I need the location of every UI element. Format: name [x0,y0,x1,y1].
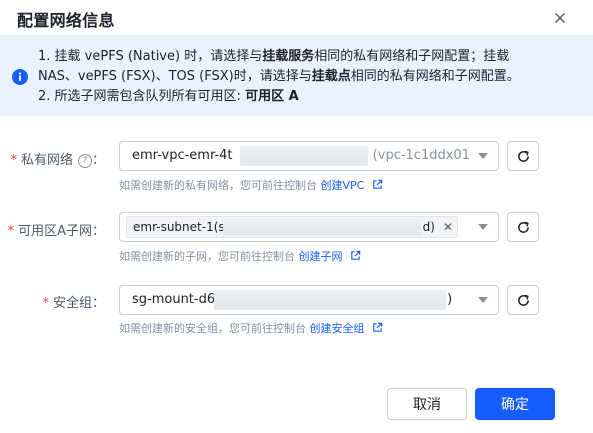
dialog-title: 配置网络信息 [17,11,115,30]
vpc-hint: 如需创建新的私有网络，您可前往控制台 创建VPC [119,177,383,193]
required-mark: * [10,153,17,168]
external-link-icon[interactable] [372,179,383,190]
chevron-down-icon [478,153,488,159]
security-group-label: * 安全组： [42,296,105,311]
cancel-button[interactable]: 取消 [387,388,467,420]
redacted-mask [240,146,368,166]
refresh-icon [518,221,529,233]
required-mark: * [42,296,49,311]
redacted-mask [223,218,421,236]
confirm-button[interactable]: 确定 [475,388,555,420]
create-security-group-link[interactable]: 创建安全组 [310,322,365,335]
vpc-select[interactable]: emr-vpc-emr-4t e (vpc-1c1ddx01 [119,141,499,171]
subnet-hint: 如需创建新的子网，您可前往控制台 创建子网 [119,248,361,264]
alert-line-3: 2. 所选子网需包含队列所有可用区: 可用区 A [38,89,299,104]
network-config-dialog: 配置网络信息 1. 挂载 vePFS (Native) 时，请选择与挂载服务相同… [0,0,593,433]
chevron-down-icon [478,224,488,230]
refresh-icon [518,150,529,162]
subnet-refresh-button[interactable] [507,212,539,242]
security-group-select[interactable]: sg-mount-d6) [119,285,499,315]
info-alert: 1. 挂载 vePFS (Native) 时，请选择与挂载服务相同的私有网络和子… [0,35,593,116]
vpc-refresh-button[interactable] [507,141,539,171]
create-vpc-link[interactable]: 创建VPC [321,179,365,192]
external-link-icon[interactable] [350,250,361,261]
redacted-mask [214,290,446,310]
subnet-select[interactable]: emr-subnet-1(s d) ✕ [119,212,499,242]
close-icon[interactable] [548,6,572,30]
info-icon [12,69,28,85]
subnet-tag: emr-subnet-1(s d) ✕ [126,216,458,238]
vpc-label: * 私有网络?： [10,153,105,168]
external-link-icon[interactable] [372,322,383,333]
security-group-hint: 如需创建新的安全组，您可前往控制台 创建安全组 [119,320,383,336]
alert-line-2: NAS、vePFS (FSX)、TOS (FSX)时，请选择与挂载点相同的私有网… [38,69,520,84]
subnet-label: * 可用区A子网： [7,224,105,239]
create-subnet-link[interactable]: 创建子网 [299,250,343,263]
alert-line-1: 1. 挂载 vePFS (Native) 时，请选择与挂载服务相同的私有网络和子… [38,49,510,64]
refresh-icon [518,294,529,306]
help-icon[interactable]: ? [77,154,92,168]
chevron-down-icon [478,297,488,303]
security-group-refresh-button[interactable] [507,285,539,315]
required-mark: * [7,224,15,239]
tag-remove-icon[interactable]: ✕ [441,220,455,234]
